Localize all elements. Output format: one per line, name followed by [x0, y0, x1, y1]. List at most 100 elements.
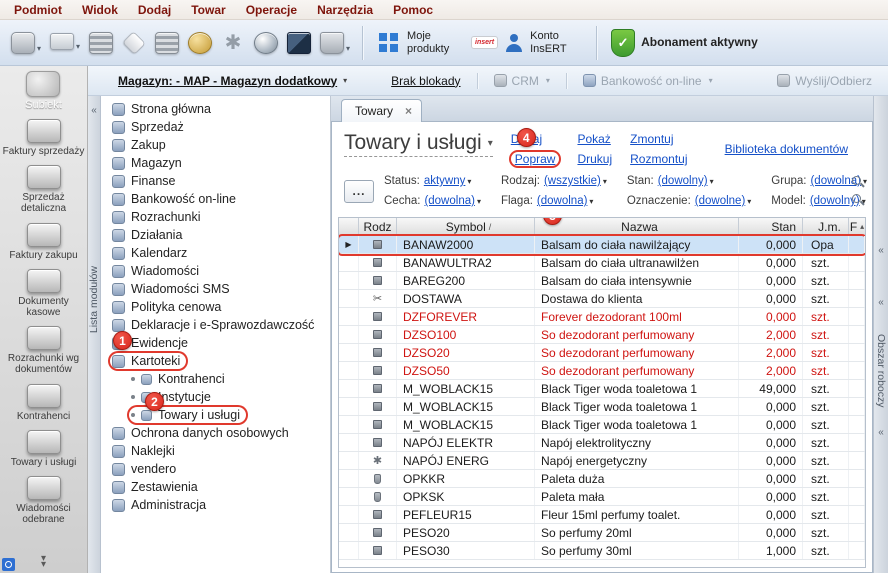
table-row[interactable]: DZSO20So dezodorant perfumowany2,000szt. — [339, 344, 865, 362]
col-header-j-m[interactable]: J.m. — [803, 218, 849, 235]
tab-towary[interactable]: Towary × — [341, 99, 422, 122]
tree-item-strona-glowna[interactable]: Strona główna — [101, 100, 330, 118]
biblioteka-dokumentow-link[interactable]: Biblioteka dokumentów — [725, 142, 862, 156]
menu-dodaj[interactable]: Dodaj — [128, 1, 181, 19]
tree-item-vendero[interactable]: vendero — [101, 460, 330, 478]
filter-value-stan[interactable]: (dowolny) — [658, 175, 708, 187]
tree-item-polityka-cenowa[interactable]: Polityka cenowa — [101, 298, 330, 316]
selected-row[interactable]: ▶BANAW2000Balsam do ciała nawilżający0,0… — [339, 236, 865, 254]
table-row[interactable]: M_WOBLACK15Black Tiger woda toaletowa 10… — [339, 398, 865, 416]
collapse-icon[interactable]: « — [878, 246, 884, 256]
tree-item-kontrahenci[interactable]: Kontrahenci — [101, 370, 330, 388]
finance-coin-icon[interactable] — [185, 29, 215, 57]
table-row[interactable]: M_WOBLACK15Black Tiger woda toaletowa 14… — [339, 380, 865, 398]
tree-item-wiadomosci-sms[interactable]: Wiadomości SMS — [101, 280, 330, 298]
filter-value-cecha[interactable]: (dowolna) — [424, 195, 475, 207]
tree-item-dzialania[interactable]: Działania — [101, 226, 330, 244]
brak-blokady-link[interactable]: Brak blokady — [391, 74, 460, 88]
tree-item-ochrona-danych-osobowych[interactable]: Ochrona danych osobowych — [101, 424, 330, 442]
table-row[interactable]: DZSO100So dezodorant perfumowany2,000szt… — [339, 326, 865, 344]
rail-scroll-icons[interactable]: ▾ ▾ — [41, 556, 46, 573]
magazyn-selector[interactable]: Magazyn: - MAP - Magazyn dodatkowy ▾ — [118, 74, 347, 88]
rail-item-sprzedaz-detaliczna[interactable]: Sprzedaż detaliczna — [0, 161, 87, 218]
search-icon[interactable] — [852, 194, 864, 206]
coins-stack-icon[interactable] — [152, 29, 182, 57]
tree-item-rozrachunki[interactable]: Rozrachunki — [101, 208, 330, 226]
page-title[interactable]: Towary i usługi ▾ — [344, 131, 493, 157]
action-rozmontuj[interactable]: Rozmontuj — [630, 152, 687, 166]
table-row[interactable]: BAREG200Balsam do ciała intensywnie0,000… — [339, 272, 865, 290]
collapse-icon[interactable]: « — [91, 106, 97, 116]
workspace-collapse-strip[interactable]: « « Obszar roboczy « — [873, 96, 888, 573]
table-row[interactable]: PESO20So perfumy 20ml0,000szt. — [339, 524, 865, 542]
tree-item-towary-i-uslugi[interactable]: Towary i usługi2 — [101, 406, 330, 424]
devices-icon[interactable]: ▾ — [317, 29, 353, 57]
menu-operacje[interactable]: Operacje — [236, 1, 307, 19]
col-header-rodz[interactable]: Rodz — [359, 218, 397, 235]
tree-item-naklejki[interactable]: Naklejki — [101, 442, 330, 460]
rail-item-towary-i-uslugi[interactable]: Towary i usługi — [0, 426, 87, 472]
filter-value-oznaczenie[interactable]: (dowolne) — [695, 195, 746, 207]
tree-item-administracja[interactable]: Administracja — [101, 496, 330, 514]
crm-dropdown[interactable]: CRM ▾ — [494, 74, 550, 88]
documents-stack-icon[interactable] — [86, 29, 116, 57]
tree-item-bankowosc-on-line[interactable]: Bankowość on-line — [101, 190, 330, 208]
col-header-symbol[interactable]: Symbol/ — [397, 218, 535, 235]
abonament-status[interactable]: Abonament aktywny — [606, 27, 763, 59]
mail-icon[interactable]: ▾ — [47, 30, 83, 55]
tree-item-kartoteki[interactable]: Kartoteki — [101, 352, 330, 370]
table-row[interactable]: DZFOREVERForever dezodorant 100ml0,000sz… — [339, 308, 865, 326]
table-row[interactable]: OPKKRPaleta duża0,000szt. — [339, 470, 865, 488]
tree-item-zestawienia[interactable]: Zestawienia — [101, 478, 330, 496]
filter-value-status[interactable]: aktywny — [424, 175, 466, 187]
col-header-nazwa[interactable]: Nazwa — [535, 218, 739, 235]
tree-item-finanse[interactable]: Finanse — [101, 172, 330, 190]
menu-widok[interactable]: Widok — [72, 1, 128, 19]
globe-icon[interactable] — [251, 29, 281, 57]
bankowosc-dropdown[interactable]: Bankowość on-line ▾ — [583, 74, 713, 88]
table-row[interactable]: PESO30So perfumy 30ml1,000szt. — [339, 542, 865, 560]
search-icon[interactable] — [852, 176, 864, 188]
menu-towar[interactable]: Towar — [181, 1, 235, 19]
tree-item-deklaracje-i-e-sprawozdawczosc[interactable]: Deklaracje i e-Sprawozdawczość — [101, 316, 330, 334]
menu-podmiot[interactable]: Podmiot — [4, 1, 72, 19]
tree-item-kalendarz[interactable]: Kalendarz — [101, 244, 330, 262]
tree-item-ewidencje[interactable]: Ewidencje1 — [101, 334, 330, 352]
table-row[interactable]: ✱NAPÓJ ENERGNapój energetyczny0,000szt. — [339, 452, 865, 470]
wyslij-odbierz-button[interactable]: Wyślij/Odbierz — [777, 74, 878, 88]
table-row[interactable]: M_WOBLACK15Black Tiger woda toaletowa 10… — [339, 416, 865, 434]
action-zmontuj[interactable]: Zmontuj — [630, 132, 687, 146]
close-icon[interactable]: × — [405, 106, 412, 116]
rail-item-dokumenty-kasowe[interactable]: Dokumenty kasowe — [0, 265, 87, 322]
zoom-corner-icon[interactable] — [2, 558, 15, 571]
seal-dropdown-icon[interactable]: ▾ — [8, 29, 44, 57]
action-pokaz[interactable]: Pokaż — [577, 132, 612, 146]
table-row[interactable]: BANAWULTRA2Balsam do ciała ultranawilżen… — [339, 254, 865, 272]
filter-value-rodzaj[interactable]: (wszystkie) — [544, 175, 601, 187]
cube-icon[interactable] — [284, 29, 314, 57]
rail-item-rozrachunki-wg-dokumentow[interactable]: Rozrachunki wg dokumentów — [0, 322, 87, 379]
collapse-icon[interactable]: « — [878, 428, 884, 438]
rail-item-kontrahenci[interactable]: Kontrahenci — [0, 380, 87, 426]
tree-item-wiadomosci[interactable]: Wiadomości — [101, 262, 330, 280]
tree-item-zakup[interactable]: Zakup — [101, 136, 330, 154]
tree-item-instytucje[interactable]: Instytucje — [101, 388, 330, 406]
rail-item-faktury-sprzedazy[interactable]: Faktury sprzedaży — [0, 115, 87, 161]
filter-value-flaga[interactable]: (dowolna) — [537, 195, 588, 207]
modules-collapse-strip[interactable]: « Lista modułów — [88, 96, 101, 573]
rail-logo[interactable]: Subiekt — [25, 66, 62, 115]
table-row[interactable]: NAPÓJ ELEKTRNapój elektrolityczny0,000sz… — [339, 434, 865, 452]
more-filters-button[interactable]: ... — [344, 180, 374, 203]
menu-narzedzia[interactable]: Narzędzia — [307, 1, 383, 19]
col-header-f[interactable]: F▴ — [849, 218, 865, 235]
konto-insert-button[interactable]: insert Konto InsERT — [466, 28, 587, 57]
service-diamond-icon[interactable] — [119, 29, 149, 57]
col-header-stan[interactable]: Stan — [739, 218, 803, 235]
table-row[interactable]: DZSO50So dezodorant perfumowany2,000szt. — [339, 362, 865, 380]
rail-item-wiadomosci-odebrane[interactable]: Wiadomości odebrane — [0, 472, 87, 529]
table-row[interactable]: PEFLEUR15Fleur 15ml perfumy toalet.0,000… — [339, 506, 865, 524]
table-row[interactable]: ✂DOSTAWADostawa do klienta0,000szt. — [339, 290, 865, 308]
action-dodaj[interactable]: Dodaj4 — [511, 132, 560, 146]
settings-asterisk-icon[interactable] — [218, 29, 248, 57]
collapse-icon[interactable]: « — [878, 298, 884, 308]
